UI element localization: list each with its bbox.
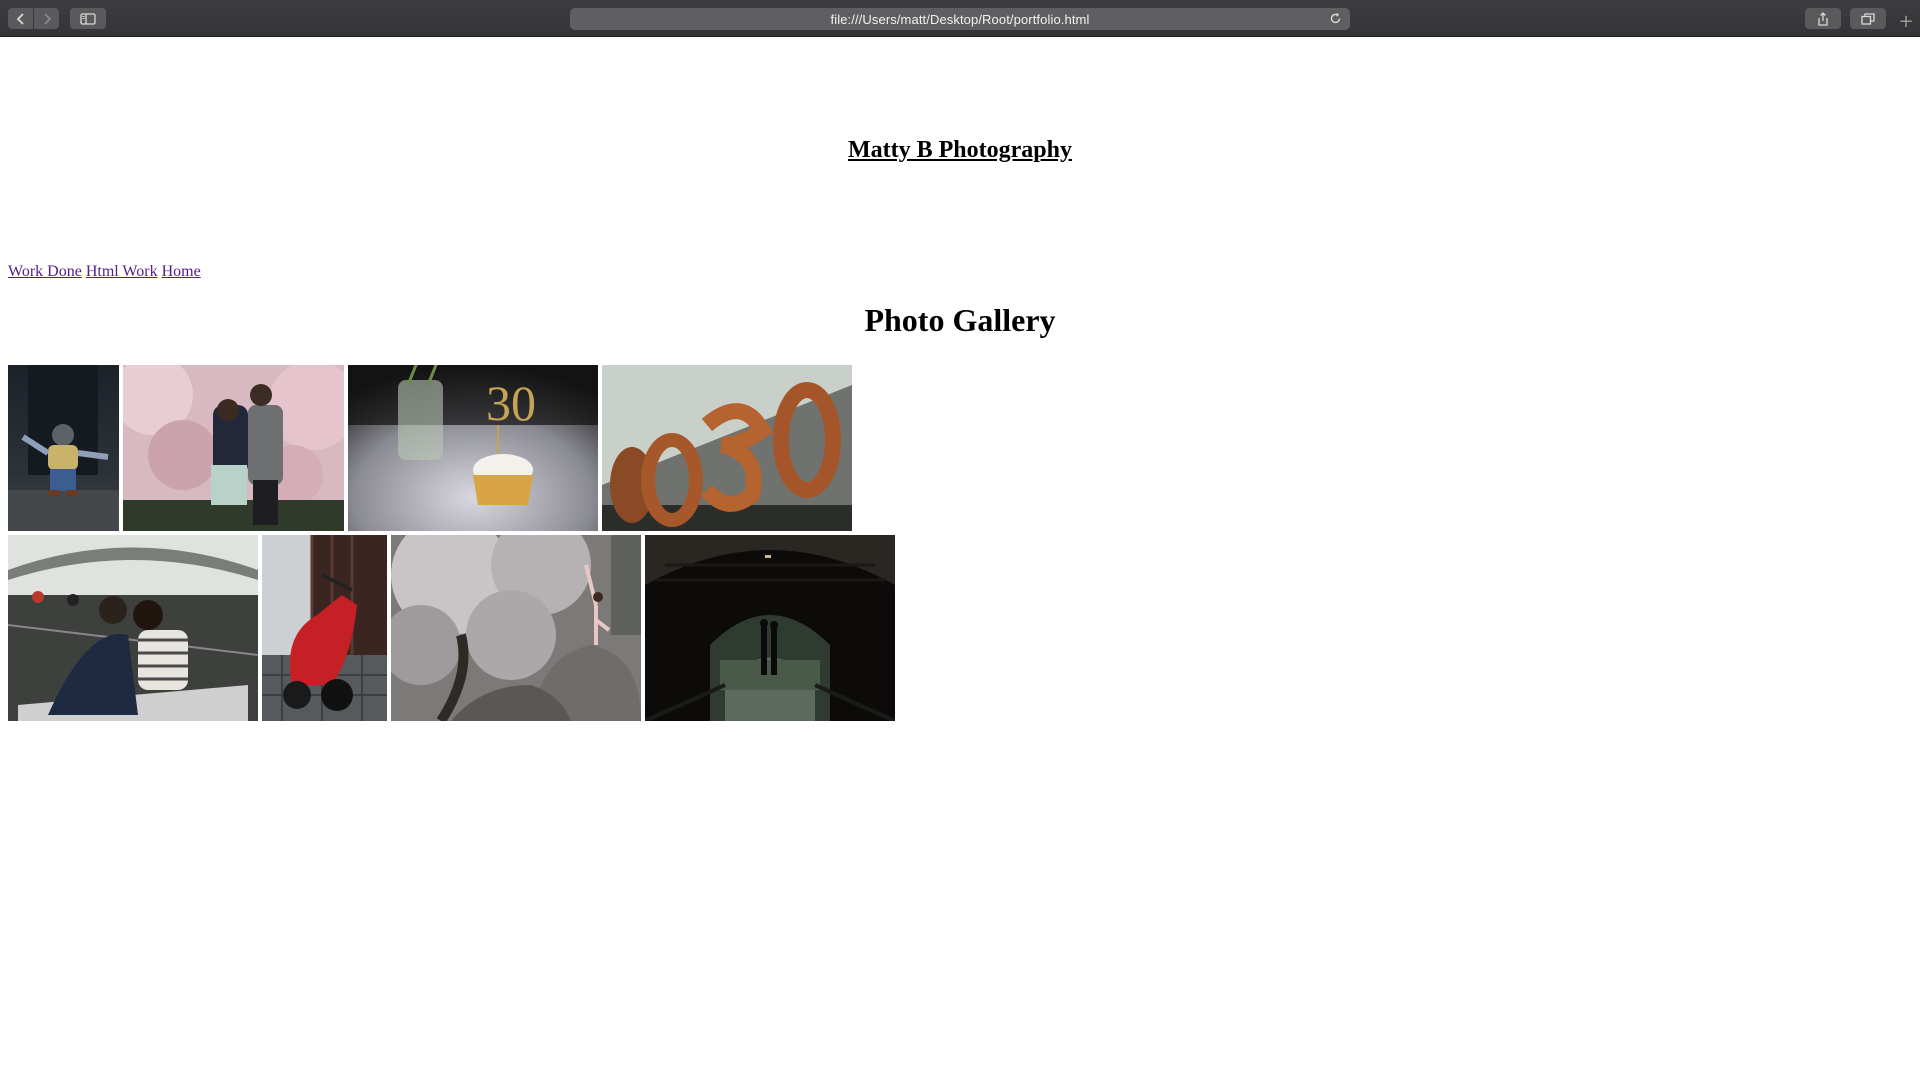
forward-icon: [42, 12, 52, 25]
gallery-photo-scooter[interactable]: [262, 535, 387, 721]
gallery-photo-tunnel[interactable]: [645, 535, 895, 721]
sidebar-toggle-button[interactable]: [70, 8, 106, 29]
nav-links: Work Done Html Work Home: [8, 263, 201, 281]
page-content: Matty B Photography Work Done Html Work …: [0, 37, 1920, 1080]
gallery-photo-dancer[interactable]: [391, 535, 641, 721]
forward-button[interactable]: [34, 8, 59, 29]
gallery-photo-rowboat[interactable]: [8, 535, 258, 721]
back-icon: [16, 12, 26, 25]
url-text: file:///Users/matt/Desktop/Root/portfoli…: [830, 11, 1090, 27]
sidebar-icon: [80, 12, 96, 25]
gallery-photo-couple-blossoms[interactable]: [123, 365, 344, 531]
share-icon: [1817, 11, 1829, 26]
gallery-photo-child[interactable]: [8, 365, 119, 531]
nav-link-html-work[interactable]: Html Work: [86, 263, 158, 280]
gallery-photo-balloons[interactable]: [602, 365, 852, 531]
nav-link-home[interactable]: Home: [162, 263, 201, 280]
share-button[interactable]: [1805, 8, 1841, 29]
site-title: Matty B Photography: [848, 137, 1072, 163]
browser-toolbar: file:///Users/matt/Desktop/Root/portfoli…: [0, 0, 1920, 37]
back-button[interactable]: [8, 8, 33, 29]
gallery-photo-cupcake[interactable]: 30: [348, 365, 598, 531]
svg-text:30: 30: [486, 375, 536, 431]
nav-link-work-done[interactable]: Work Done: [8, 263, 82, 280]
new-tab-button[interactable]: +: [1898, 13, 1914, 31]
tab-overview-icon: [1861, 12, 1875, 25]
tab-overview-button[interactable]: [1850, 8, 1886, 29]
address-bar[interactable]: file:///Users/matt/Desktop/Root/portfoli…: [570, 8, 1350, 30]
gallery-heading: Photo Gallery: [864, 302, 1056, 338]
reload-icon[interactable]: [1329, 12, 1342, 30]
